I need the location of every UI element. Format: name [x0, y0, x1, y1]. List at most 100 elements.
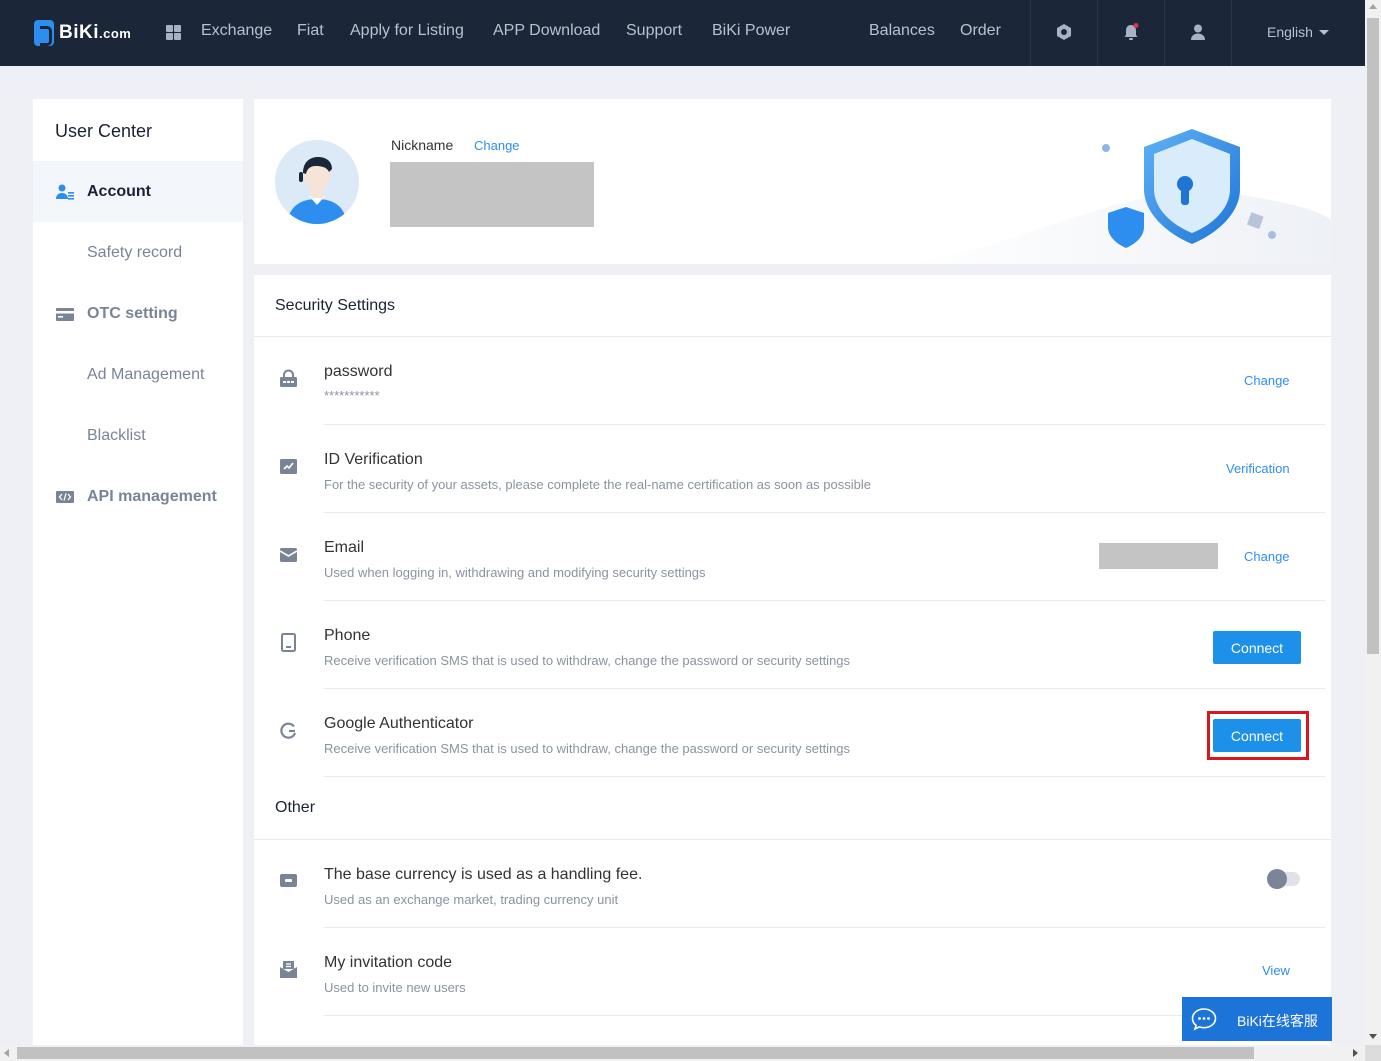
sidebar-item-otc-setting[interactable]: OTC setting: [33, 283, 243, 344]
nav-divider: [1030, 0, 1031, 66]
vertical-scrollbar[interactable]: [1365, 0, 1381, 1045]
card-icon: [56, 307, 74, 321]
row-divider: [324, 512, 1325, 513]
change-nickname-link[interactable]: Change: [474, 138, 520, 153]
id-verification-title: ID Verification: [324, 451, 423, 468]
nickname-redacted-value: [390, 162, 594, 227]
sidebar-item-label: API management: [87, 487, 217, 505]
id-card-icon: [280, 459, 297, 474]
row-divider: [324, 776, 1325, 777]
phone-desc: Receive verification SMS that is used to…: [324, 653, 851, 668]
change-email-link[interactable]: Change: [1244, 549, 1290, 564]
vertical-scrollbar-thumb[interactable]: [1367, 18, 1379, 654]
scroll-up-arrow-icon[interactable]: [1369, 4, 1377, 9]
language-selector[interactable]: English: [1267, 24, 1329, 40]
email-title: Email: [324, 539, 365, 556]
google-authenticator-title: Google Authenticator: [324, 715, 474, 732]
user-profile-icon[interactable]: [1188, 22, 1208, 42]
security-settings-card: Security Settings password *********** C…: [254, 275, 1331, 1045]
scroll-down-arrow-icon[interactable]: [1369, 1034, 1377, 1039]
top-nav-bar: BiKi.com Exchange Fiat Apply for Listing…: [0, 0, 1365, 66]
security-settings-title: Security Settings: [275, 297, 396, 314]
sidebar-item-account[interactable]: Account: [33, 161, 243, 222]
user-avatar-icon: [275, 140, 359, 224]
id-verification-link[interactable]: Verification: [1226, 461, 1290, 476]
chat-bubble-icon: [1191, 1008, 1217, 1031]
code-icon: [56, 490, 74, 503]
sidebar-item-blacklist[interactable]: Blacklist: [33, 405, 243, 466]
security-shield-illustration: [904, 129, 1331, 264]
sidebar-item-ad-management[interactable]: Ad Management: [33, 344, 243, 405]
google-authenticator-icon: [280, 722, 297, 739]
google-authenticator-desc: Receive verification SMS that is used to…: [324, 741, 851, 756]
invitation-code-desc: Used to invite new users: [324, 980, 466, 995]
wallet-icon: [280, 874, 297, 887]
mail-icon: [279, 548, 298, 562]
row-divider: [324, 600, 1325, 601]
nav-support[interactable]: Support: [626, 22, 682, 40]
id-verification-desc: For the security of your assets, please …: [324, 477, 871, 492]
sidebar-title: User Center: [55, 121, 153, 141]
user-icon: [56, 184, 74, 200]
view-invitation-code-link[interactable]: View: [1262, 963, 1290, 978]
sidebar-item-label: OTC setting: [87, 304, 178, 322]
nav-exchange[interactable]: Exchange: [201, 22, 272, 40]
email-redacted-value: [1099, 543, 1218, 569]
base-currency-fee-toggle[interactable]: [1267, 869, 1300, 889]
apps-grid-icon[interactable]: [166, 25, 181, 40]
sidebar-item-label: Safety record: [87, 243, 183, 261]
invitation-envelope-icon: [280, 961, 297, 978]
nav-divider: [1231, 0, 1232, 66]
base-currency-fee-title: The base currency is used as a handling …: [324, 866, 643, 883]
nickname-label: Nickname: [391, 137, 454, 153]
sidebar-item-label: Account: [87, 182, 151, 200]
nav-divider: [1164, 0, 1165, 66]
nav-fiat[interactable]: Fiat: [297, 22, 324, 40]
horizontal-scrollbar-thumb[interactable]: [17, 1047, 1254, 1059]
profile-card: Nickname Change: [254, 99, 1331, 264]
horizontal-scrollbar[interactable]: [0, 1045, 1365, 1061]
settings-hexagon-icon[interactable]: [1054, 22, 1074, 42]
sidebar-item-label: Ad Management: [87, 365, 205, 383]
nav-app-download[interactable]: APP Download: [493, 22, 600, 40]
sidebar-item-label: Blacklist: [87, 426, 146, 444]
biki-logo[interactable]: BiKi.com: [34, 20, 131, 46]
invitation-code-title: My invitation code: [324, 954, 453, 971]
base-currency-fee-desc: Used as an exchange market, trading curr…: [324, 892, 619, 907]
notification-bell-icon[interactable]: [1121, 22, 1141, 42]
nav-balances[interactable]: Balances: [869, 22, 935, 40]
toggle-knob: [1267, 869, 1287, 889]
other-section-title: Other: [275, 799, 316, 816]
phone-title: Phone: [324, 627, 371, 644]
chat-label: BiKi在线客服: [1237, 1013, 1318, 1029]
scroll-left-arrow-icon[interactable]: [4, 1049, 9, 1057]
scroll-right-arrow-icon[interactable]: [1353, 1049, 1358, 1057]
logo-text: BiKi.com: [59, 22, 132, 43]
row-divider: [324, 927, 1325, 928]
biki-logo-mark-icon: [34, 20, 54, 46]
email-desc: Used when logging in, withdrawing and mo…: [324, 565, 706, 580]
highlight-box: [1207, 711, 1309, 760]
password-masked-value: ***********: [324, 388, 380, 403]
user-center-sidebar: User Center Account Safety record OTC se…: [33, 99, 243, 1045]
sidebar-item-safety-record[interactable]: Safety record: [33, 222, 243, 283]
row-divider: [324, 688, 1325, 689]
phone-icon: [281, 633, 296, 652]
avatar[interactable]: [275, 140, 359, 224]
caret-down-icon: [1318, 29, 1329, 35]
nav-divider: [1097, 0, 1098, 66]
nav-apply-for-listing[interactable]: Apply for Listing: [350, 22, 464, 40]
online-support-chat-button[interactable]: BiKi在线客服: [1182, 997, 1332, 1041]
connect-phone-button[interactable]: Connect: [1213, 631, 1301, 664]
row-divider: [324, 424, 1325, 425]
scrollbar-corner: [1365, 1045, 1381, 1061]
section-divider: [254, 839, 1331, 840]
nav-order[interactable]: Order: [960, 22, 1001, 40]
section-divider: [254, 336, 1331, 337]
nav-biki-power[interactable]: BiKi Power: [712, 22, 790, 40]
change-password-link[interactable]: Change: [1244, 373, 1290, 388]
row-divider: [324, 1015, 1325, 1016]
sidebar-item-api-management[interactable]: API management: [33, 466, 243, 527]
password-title: password: [324, 363, 393, 380]
lock-icon: [280, 369, 297, 387]
